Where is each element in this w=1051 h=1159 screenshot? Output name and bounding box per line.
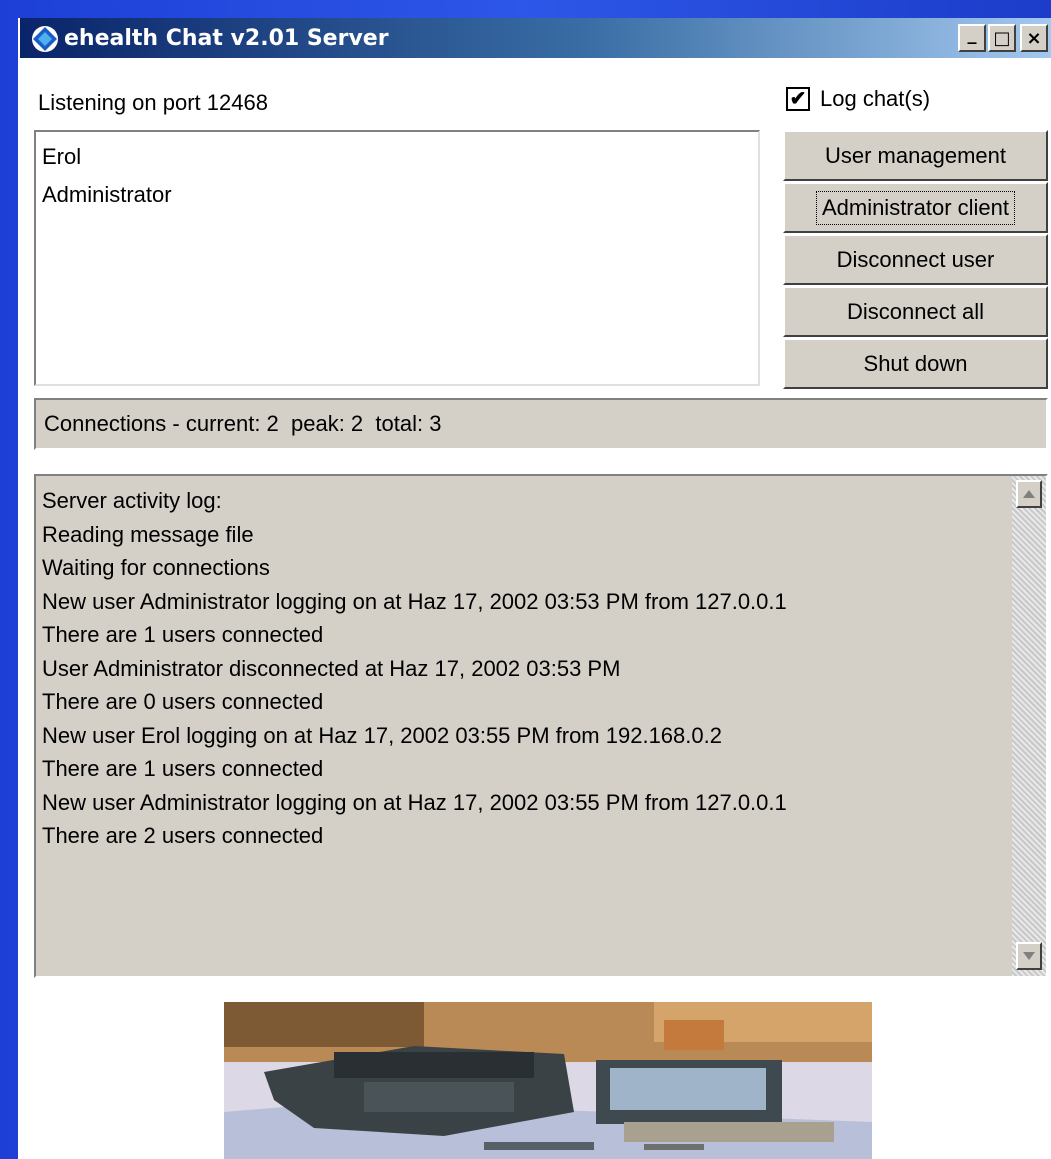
activity-log-text: Server activity log: Reading message fil…	[42, 484, 1007, 853]
equipment-photo	[224, 1002, 872, 1159]
shut-down-button[interactable]: Shut down	[783, 338, 1048, 389]
connected-users-list[interactable]: Erol Administrator	[34, 130, 760, 386]
shut-down-label: Shut down	[863, 350, 968, 376]
log-chats-label: Log chat(s)	[820, 86, 931, 111]
disconnect-user-button[interactable]: Disconnect user	[783, 234, 1048, 285]
log-line: New user Erol logging on at Haz 17, 2002…	[42, 722, 722, 748]
disconnect-all-label: Disconnect all	[847, 298, 984, 324]
port-label: Listening on port 12468	[38, 90, 268, 115]
administrator-client-label: Administrator client	[815, 190, 1016, 225]
log-line: There are 1 users connected	[42, 756, 324, 781]
equipment-photo-image	[224, 1002, 872, 1159]
connections-status: Connections - current: 2 peak: 2 total: …	[34, 398, 1048, 450]
log-line: Server activity log:	[42, 488, 222, 513]
maximize-button[interactable]: □	[988, 24, 1016, 52]
disconnect-user-label: Disconnect user	[836, 246, 995, 272]
close-button[interactable]: ×	[1020, 24, 1048, 52]
log-line: Reading message file	[42, 521, 254, 547]
minimize-icon: _	[967, 23, 977, 45]
checkbox-check-icon[interactable]: ✔	[786, 87, 810, 111]
log-line: Waiting for connections	[42, 555, 270, 580]
scroll-down-icon	[1023, 952, 1035, 960]
maximize-icon: □	[993, 27, 1011, 49]
close-icon: ×	[1026, 27, 1042, 49]
server-window: ehealth Chat v2.01 Server _ □ × Listenin…	[18, 18, 1051, 1159]
server-panel: Listening on port 12468 ✔ Log chat(s) Er…	[20, 58, 1051, 1159]
list-item[interactable]: Erol	[42, 138, 752, 176]
title-bar[interactable]: ehealth Chat v2.01 Server _ □ ×	[20, 18, 1051, 58]
log-line: New user Administrator logging on at Haz…	[42, 789, 787, 815]
scroll-down-button[interactable]	[1016, 942, 1042, 970]
activity-log[interactable]: Server activity log: Reading message fil…	[34, 474, 1048, 978]
list-item[interactable]: Administrator	[42, 176, 752, 214]
log-line: New user Administrator logging on at Haz…	[42, 588, 787, 614]
scroll-up-button[interactable]	[1016, 480, 1042, 508]
action-buttons: User management Administrator client Dis…	[783, 130, 1048, 390]
administrator-client-button[interactable]: Administrator client	[783, 182, 1048, 233]
app-icon	[32, 26, 58, 52]
user-management-label: User management	[825, 142, 1006, 168]
window-title: ehealth Chat v2.01 Server	[64, 26, 389, 51]
log-scrollbar[interactable]	[1012, 476, 1046, 976]
log-line: There are 1 users connected	[42, 622, 324, 647]
disconnect-all-button[interactable]: Disconnect all	[783, 286, 1048, 337]
log-line: There are 2 users connected	[42, 823, 324, 848]
scroll-up-icon	[1023, 490, 1035, 498]
log-line: There are 0 users connected	[42, 689, 324, 714]
log-chats-checkbox[interactable]: ✔ Log chat(s)	[786, 86, 930, 112]
log-line: User Administrator disconnected at Haz 1…	[42, 655, 621, 681]
minimize-button[interactable]: _	[958, 24, 986, 52]
user-management-button[interactable]: User management	[783, 130, 1048, 181]
